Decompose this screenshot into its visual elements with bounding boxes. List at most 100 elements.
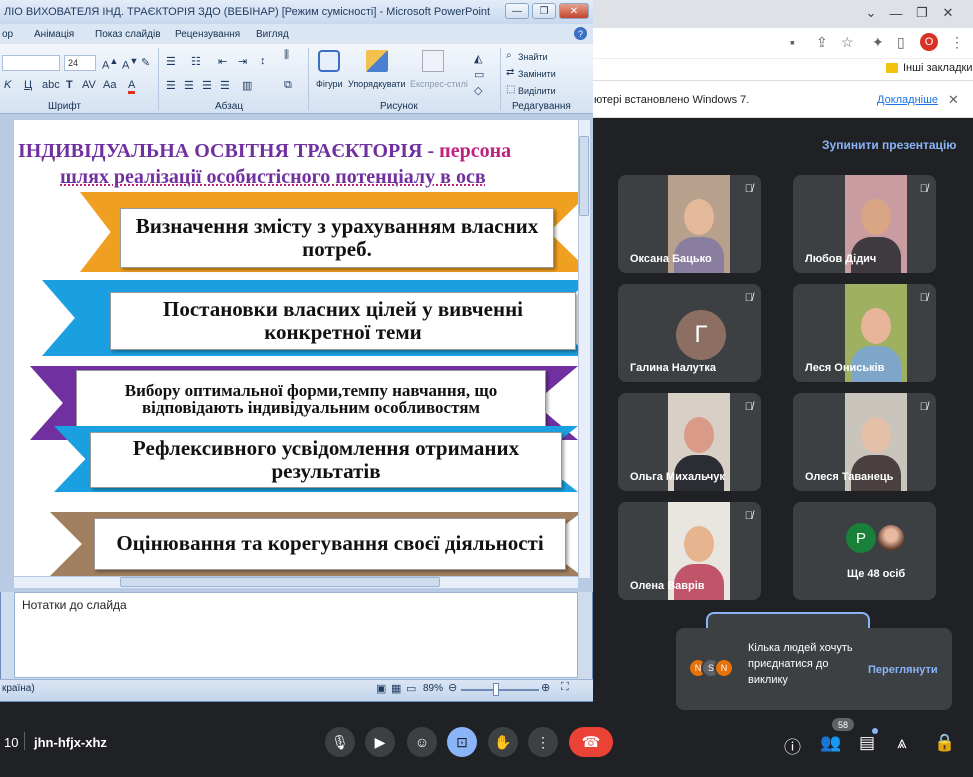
participant-tile[interactable]: 🎙̸ Олеся Таванець bbox=[793, 393, 936, 491]
decrease-indent-icon[interactable]: ⇤ bbox=[218, 55, 227, 68]
participant-tile[interactable]: 🎙̸ Олена Ваврів bbox=[618, 502, 761, 600]
slide-sorter-view-icon[interactable]: ▦ bbox=[391, 682, 401, 695]
chat-icon[interactable]: ▤ bbox=[859, 733, 875, 753]
tab-search-chevron-icon[interactable]: ⌄ bbox=[858, 2, 884, 24]
numbering-icon[interactable]: ☷ bbox=[191, 55, 201, 68]
font-size-combo[interactable]: 24 bbox=[64, 55, 96, 71]
grow-font-icon[interactable]: A▲ bbox=[102, 56, 118, 72]
shrink-font-icon[interactable]: A▼ bbox=[122, 56, 138, 72]
sidebar-icon[interactable]: ▯ bbox=[897, 34, 905, 51]
raise-hand-button[interactable]: ✋ bbox=[488, 727, 518, 757]
info-bar-close-icon[interactable]: ✕ bbox=[948, 92, 959, 108]
clear-formatting-icon[interactable]: ✎ bbox=[141, 56, 150, 69]
profile-avatar[interactable]: O bbox=[920, 33, 938, 51]
arrange-icon[interactable] bbox=[366, 50, 388, 72]
arrange-button-label[interactable]: Упорядкувати bbox=[348, 79, 405, 89]
select-button[interactable]: Виділити bbox=[518, 86, 556, 96]
zoom-out-icon[interactable]: ⊖ bbox=[448, 681, 457, 694]
activities-icon[interactable]: ⩓ bbox=[897, 733, 907, 753]
columns-icon[interactable]: ▥ bbox=[242, 79, 252, 92]
smartart-icon[interactable]: ⧉ bbox=[284, 79, 292, 92]
bullets-icon[interactable]: ☰ bbox=[166, 55, 176, 68]
font-name-combo[interactable] bbox=[2, 55, 60, 71]
strikethrough-icon[interactable]: abc bbox=[42, 79, 60, 91]
shape-effects-icon[interactable]: ◇ bbox=[474, 84, 482, 97]
participant-tile[interactable]: 🎙̸ Ольга Михальчук bbox=[618, 393, 761, 491]
font-color-icon[interactable]: A bbox=[128, 79, 136, 94]
vertical-scroll-thumb[interactable] bbox=[579, 136, 589, 216]
other-bookmarks-link[interactable]: Інші закладки bbox=[903, 62, 972, 74]
participant-name: Олена Ваврів bbox=[630, 580, 705, 592]
tab-animation[interactable]: Анімація bbox=[34, 29, 74, 40]
align-left-icon[interactable]: ☰ bbox=[166, 79, 176, 92]
tab-design[interactable]: ор bbox=[2, 29, 13, 40]
help-icon[interactable]: ? bbox=[574, 27, 587, 40]
normal-view-icon[interactable]: ▣ bbox=[376, 682, 386, 695]
find-icon[interactable]: ⌕ bbox=[506, 50, 512, 61]
ppt-restore-button[interactable]: ❐ bbox=[532, 3, 556, 19]
align-right-icon[interactable]: ☰ bbox=[202, 79, 212, 92]
camera-button[interactable]: ▶ bbox=[365, 727, 395, 757]
view-requests-button[interactable]: Переглянути bbox=[868, 664, 938, 676]
more-participants-label: Ще 48 осіб bbox=[847, 568, 906, 580]
fit-to-window-icon[interactable]: ⛶ bbox=[561, 681, 569, 694]
present-now-button[interactable]: ⊡ bbox=[447, 727, 477, 757]
slide-canvas[interactable]: ІНДИВІДУАЛЬНА ОСВІТНЯ ТРАЄКТОРІЯ - персо… bbox=[14, 120, 578, 576]
shape-outline-icon[interactable]: ▭ bbox=[474, 68, 484, 81]
underline-icon[interactable]: Ц bbox=[24, 79, 32, 91]
zoom-level: 89% bbox=[423, 683, 444, 694]
shapes-icon[interactable] bbox=[318, 50, 340, 72]
slide-show-view-icon[interactable]: ▭ bbox=[406, 682, 416, 695]
tab-view[interactable]: Вигляд bbox=[256, 29, 289, 40]
shadow-icon[interactable]: T bbox=[66, 79, 73, 91]
tab-review[interactable]: Рецензування bbox=[175, 29, 240, 40]
shape-fill-icon[interactable]: ◭ bbox=[474, 52, 482, 65]
browser-minimize-button[interactable]: — bbox=[883, 2, 909, 24]
reactions-button[interactable]: ☺ bbox=[407, 727, 437, 757]
change-case-icon[interactable]: Aa bbox=[103, 79, 116, 91]
zoom-in-icon[interactable]: ⊕ bbox=[541, 681, 550, 694]
replace-icon[interactable]: ⇄ bbox=[506, 67, 514, 78]
shapes-button-label[interactable]: Фігури bbox=[316, 79, 343, 89]
replace-button[interactable]: Замінити bbox=[518, 69, 556, 79]
microphone-button[interactable]: 🎙 bbox=[325, 727, 355, 757]
select-icon[interactable]: ⬚ bbox=[506, 84, 515, 95]
participant-tile[interactable]: 🎙̸ Леся Ониськів bbox=[793, 284, 936, 382]
increase-indent-icon[interactable]: ⇥ bbox=[238, 55, 247, 68]
ppt-minimize-button[interactable]: — bbox=[505, 3, 529, 19]
bookmark-star-icon[interactable]: ☆ bbox=[841, 34, 854, 51]
participant-name: Галина Налутка bbox=[630, 362, 716, 374]
line-spacing-icon[interactable]: ↕ bbox=[260, 55, 266, 67]
zoom-slider-track[interactable] bbox=[461, 689, 539, 691]
browser-close-button[interactable]: ✕ bbox=[935, 2, 961, 24]
camera-icon[interactable]: ▪ bbox=[790, 34, 795, 50]
participant-name: Леся Ониськів bbox=[805, 362, 885, 374]
meeting-info-icon[interactable]: ⓘ bbox=[784, 733, 801, 758]
italic-icon[interactable]: K bbox=[4, 79, 11, 91]
char-spacing-icon[interactable]: AV bbox=[82, 79, 96, 91]
host-controls-lock-icon[interactable]: 🔒 bbox=[934, 733, 955, 753]
browser-restore-button[interactable]: ❐ bbox=[909, 2, 935, 24]
leave-call-button[interactable]: ☎ bbox=[569, 727, 613, 757]
participant-tile[interactable]: 🎙̸ Оксана Бацько bbox=[618, 175, 761, 273]
tab-slide-show[interactable]: Показ слайдів bbox=[95, 29, 161, 40]
ppt-close-button[interactable]: ✕ bbox=[559, 3, 589, 19]
find-button[interactable]: Знайти bbox=[518, 52, 548, 62]
participant-name: Ольга Михальчук bbox=[630, 471, 725, 483]
browser-menu-icon[interactable]: ⋮ bbox=[950, 34, 964, 51]
quick-styles-button-label[interactable]: Експрес-стилі bbox=[410, 79, 468, 89]
info-bar-learn-more-link[interactable]: Докладніше bbox=[877, 94, 938, 106]
zoom-slider-thumb[interactable] bbox=[493, 683, 499, 696]
share-icon[interactable]: ⇪ bbox=[816, 34, 828, 51]
notes-placeholder: Нотатки до слайда bbox=[22, 598, 127, 612]
more-options-button[interactable]: ⋮ bbox=[528, 727, 558, 757]
horizontal-scroll-thumb[interactable] bbox=[120, 577, 440, 587]
text-direction-icon[interactable]: ⫼ bbox=[284, 49, 289, 62]
extensions-puzzle-icon[interactable]: ✦ bbox=[872, 34, 884, 51]
people-icon[interactable]: 👥 bbox=[820, 733, 841, 753]
align-center-icon[interactable]: ☰ bbox=[184, 79, 194, 92]
justify-icon[interactable]: ☰ bbox=[220, 79, 230, 92]
participant-tile[interactable]: 🎙̸ Любов Дідич bbox=[793, 175, 936, 273]
microphone-icon: 🎙 bbox=[331, 733, 349, 750]
stop-presentation-button[interactable]: Зупинити презентацію bbox=[822, 138, 957, 152]
